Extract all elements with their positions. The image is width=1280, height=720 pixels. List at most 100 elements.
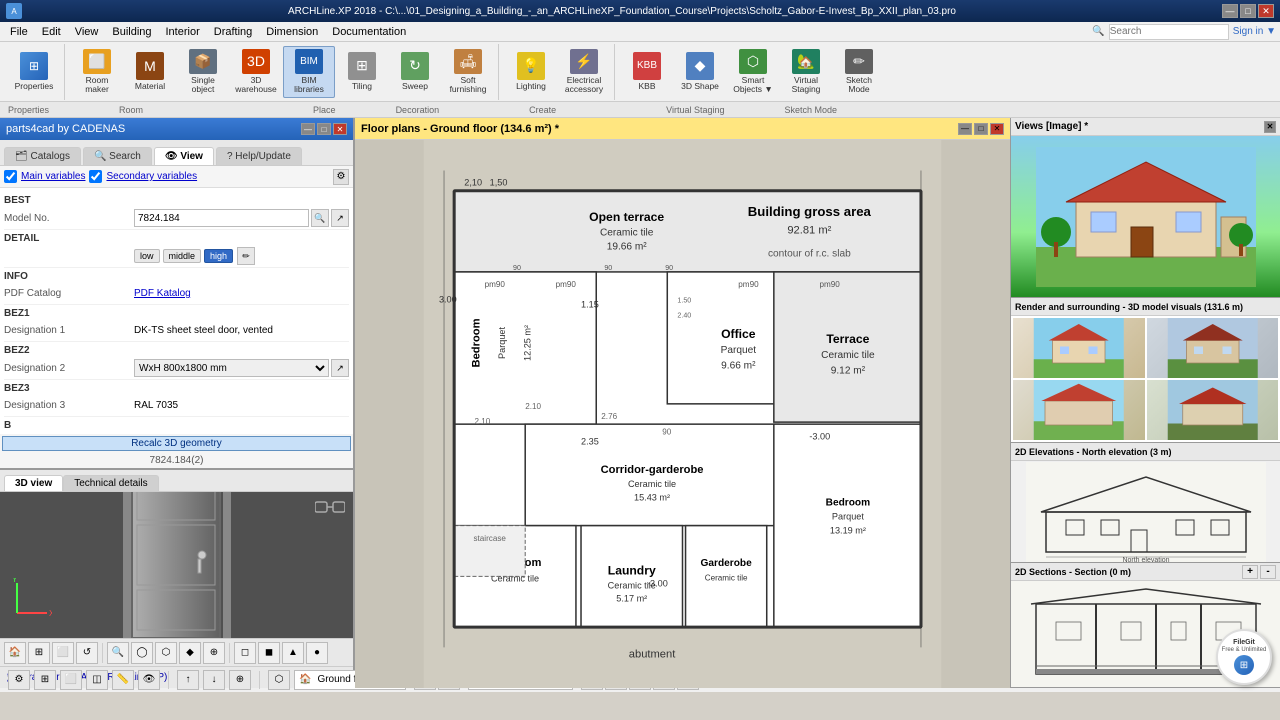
detail-high-btn[interactable]: high xyxy=(204,249,233,263)
model-no-input[interactable] xyxy=(134,209,309,227)
tb-obj2-btn[interactable]: ⬡ xyxy=(155,642,177,664)
parts-close-btn[interactable]: ✕ xyxy=(333,123,347,135)
material-btn[interactable]: M Material xyxy=(124,46,176,98)
detail-edit-btn[interactable]: ✏ xyxy=(237,247,255,265)
status-grid-btn[interactable]: ⊞ xyxy=(34,670,56,690)
zoom-in-btn[interactable]: + xyxy=(1242,565,1258,579)
svg-text:pm90: pm90 xyxy=(485,280,506,289)
floor-close-btn[interactable]: ✕ xyxy=(990,123,1004,135)
status-view-btn[interactable]: 👁 xyxy=(138,670,160,690)
tb-grid-btn[interactable]: ⊞ xyxy=(28,642,50,664)
status-arrow-up-btn[interactable]: ↑ xyxy=(177,670,199,690)
tab-catalogs[interactable]: 🗂 Catalogs xyxy=(4,147,81,165)
detail-middle-btn[interactable]: middle xyxy=(163,249,202,263)
status-tool1-btn[interactable]: ⊕ xyxy=(229,670,251,690)
status-arrow-down-btn[interactable]: ↓ xyxy=(203,670,225,690)
tb-obj4-btn[interactable]: ⊕ xyxy=(203,642,225,664)
tab-view[interactable]: 👁 View xyxy=(154,147,214,165)
status-layers-btn[interactable]: ◫ xyxy=(86,670,108,690)
virtual-staging-btn[interactable]: 🏡 Virtual Staging xyxy=(780,46,832,98)
smart-objects-btn[interactable]: ⬡ Smart Objects ▼ xyxy=(727,46,779,98)
status-snap-btn[interactable]: ⬜ xyxy=(60,670,82,690)
sweep-btn[interactable]: ↻ Sweep xyxy=(389,46,441,98)
menu-drafting[interactable]: Drafting xyxy=(208,24,259,40)
parts-min-btn[interactable]: — xyxy=(301,123,315,135)
bim-libraries-btn[interactable]: BIM BIM libraries xyxy=(283,46,335,98)
render-header: Render and surrounding - 3D model visual… xyxy=(1011,298,1280,316)
maximize-btn[interactable]: □ xyxy=(1240,4,1256,18)
close-btn[interactable]: ✕ xyxy=(1258,4,1274,18)
pdf-katalog-link[interactable]: PDF Katalog xyxy=(134,288,191,299)
filegit-badge[interactable]: FileGit Free & Unlimited ⊞ xyxy=(1216,629,1272,685)
3d-warehouse-btn[interactable]: 3D 3D warehouse xyxy=(230,46,282,98)
secondary-variables-check[interactable] xyxy=(89,170,102,183)
tab-3d-view[interactable]: 3D view xyxy=(4,475,63,491)
3d-shape-btn[interactable]: ◆ 3D Shape xyxy=(674,46,726,98)
menu-edit[interactable]: Edit xyxy=(36,24,67,40)
designation2-action-btn[interactable]: ↗ xyxy=(331,359,349,377)
main-variables-check[interactable] xyxy=(4,170,17,183)
detail-low-btn[interactable]: low xyxy=(134,249,160,263)
model-no-action-btn[interactable]: ↗ xyxy=(331,209,349,227)
floor-min-btn[interactable]: — xyxy=(958,123,972,135)
parts-header: parts4cad by CADENAS — □ ✕ xyxy=(0,118,353,140)
tb-frame-btn[interactable]: ⬜ xyxy=(52,642,74,664)
kbb-btn[interactable]: KBB KBB xyxy=(621,46,673,98)
tb-zoom-btn[interactable]: 🔍 xyxy=(107,642,129,664)
status-point-btn[interactable]: ⬡ xyxy=(268,670,290,690)
tab-search[interactable]: 🔍 Search xyxy=(83,147,152,165)
status-settings-btn[interactable]: ⚙ xyxy=(8,670,30,690)
render-thumb-4[interactable] xyxy=(1147,380,1279,440)
tiling-btn[interactable]: ⊞ Tiling xyxy=(336,46,388,98)
tab-help[interactable]: ? Help/Update xyxy=(216,147,302,165)
secondary-variables-link[interactable]: Secondary variables xyxy=(106,171,197,182)
tab-technical-details[interactable]: Technical details xyxy=(63,475,158,491)
soft-furnishing-btn[interactable]: 🛋 Soft furnishing xyxy=(442,46,494,98)
properties-btn[interactable]: ⊞ Properties xyxy=(8,46,60,98)
parts-max-btn[interactable]: □ xyxy=(317,123,331,135)
floor-plan-canvas[interactable]: Open terrace Ceramic tile 19.66 m² Build… xyxy=(355,140,1010,688)
tb-obj3-btn[interactable]: ◆ xyxy=(179,642,201,664)
menu-building[interactable]: Building xyxy=(106,24,157,40)
minimize-btn[interactable]: — xyxy=(1222,4,1238,18)
settings-btn[interactable]: ⚙ xyxy=(333,169,349,185)
render-thumb-3[interactable] xyxy=(1013,380,1145,440)
3d-glasses-icon[interactable] xyxy=(315,500,345,517)
tb-obj8-btn[interactable]: ● xyxy=(306,642,328,664)
tb-obj7-btn[interactable]: ▲ xyxy=(282,642,304,664)
menu-file[interactable]: File xyxy=(4,24,34,40)
section-label-sketchmode: Sketch Mode xyxy=(784,105,837,115)
render-thumb-2[interactable] xyxy=(1147,318,1279,378)
tb-obj6-btn[interactable]: ◼ xyxy=(258,642,280,664)
tb-obj5-btn[interactable]: ◻ xyxy=(234,642,256,664)
menu-documentation[interactable]: Documentation xyxy=(326,24,412,40)
main-variables-link[interactable]: Main variables xyxy=(21,171,85,182)
floor-max-btn[interactable]: □ xyxy=(974,123,988,135)
sketch-mode-btn[interactable]: ✏ Sketch Mode xyxy=(833,46,885,98)
lighting-btn[interactable]: 💡 Lighting xyxy=(505,46,557,98)
recalc-btn[interactable]: Recalc 3D geometry xyxy=(2,436,351,451)
kbb-label: KBB xyxy=(638,82,655,91)
status-dim-btn[interactable]: 📏 xyxy=(112,670,134,690)
menu-dimension[interactable]: Dimension xyxy=(260,24,324,40)
tb-rotate-btn[interactable]: ↺ xyxy=(76,642,98,664)
tb-obj1-btn[interactable]: ◯ xyxy=(131,642,153,664)
model-no-search-btn[interactable]: 🔍 xyxy=(311,209,329,227)
axis-indicator: X Y xyxy=(12,578,52,618)
signin-link[interactable]: Sign in ▼ xyxy=(1233,26,1276,37)
svg-text:Office: Office xyxy=(721,327,756,341)
electrical-btn[interactable]: ⚡ Electrical accessory xyxy=(558,46,610,98)
designation2-select[interactable]: WxH 800x1800 mm xyxy=(134,359,329,377)
zoom-out-btn[interactable]: - xyxy=(1260,565,1276,579)
search-input[interactable] xyxy=(1109,24,1229,40)
single-object-btn[interactable]: 📦 Single object xyxy=(177,46,229,98)
filegit-sublabel: Free & Unlimited xyxy=(1222,647,1267,653)
room-maker-icon: ⬜ xyxy=(83,49,111,74)
menu-interior[interactable]: Interior xyxy=(160,24,206,40)
room-maker-btn[interactable]: ⬜ Room maker xyxy=(71,46,123,98)
render-thumb-1[interactable] xyxy=(1013,318,1145,378)
section-label-create: Create xyxy=(529,105,556,115)
tb-home-btn[interactable]: 🏠 xyxy=(4,642,26,664)
menu-view[interactable]: View xyxy=(69,24,105,40)
views-close-btn[interactable]: ✕ xyxy=(1264,121,1276,133)
